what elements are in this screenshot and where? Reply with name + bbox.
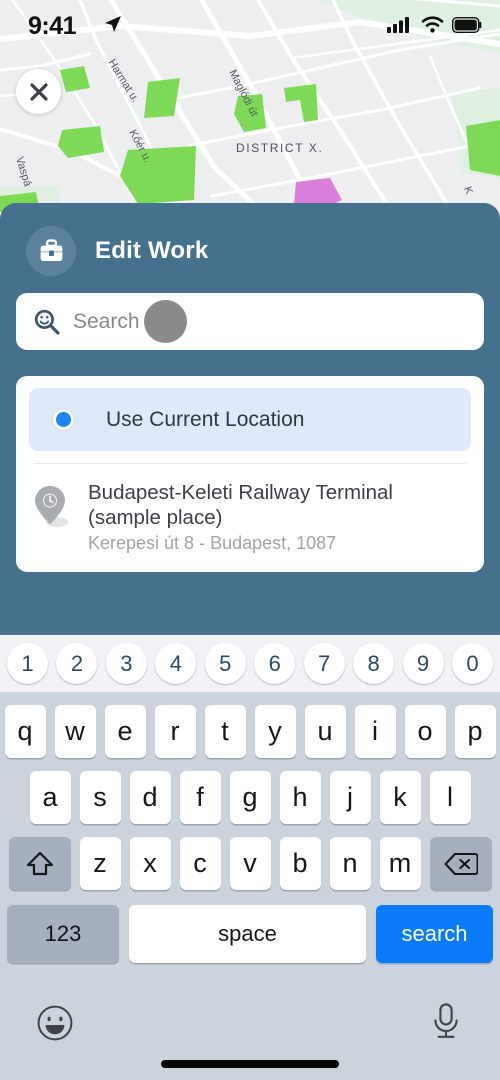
key-n[interactable]: n: [329, 837, 371, 890]
map-view[interactable]: Harmat u. Kőér u. Maglódi út Vaspá K DIS…: [0, 0, 500, 212]
search-smiley-icon: [34, 309, 60, 335]
key-2[interactable]: 2: [56, 643, 98, 684]
edit-work-panel: Edit Work Search Use Current Location Bu…: [0, 203, 500, 635]
key-t[interactable]: t: [204, 705, 246, 758]
panel-title: Edit Work: [95, 237, 209, 264]
key-d[interactable]: d: [129, 771, 171, 824]
keyboard-row-1: q w e r t y u i o p: [0, 705, 500, 758]
key-p[interactable]: p: [454, 705, 496, 758]
key-x[interactable]: x: [129, 837, 171, 890]
emoji-smiley-icon: [37, 1005, 73, 1041]
touch-cursor-dot: [144, 300, 187, 343]
backspace-key[interactable]: [429, 837, 492, 890]
key-g[interactable]: g: [229, 771, 271, 824]
key-r[interactable]: r: [154, 705, 196, 758]
key-a[interactable]: a: [29, 771, 71, 824]
key-i[interactable]: i: [354, 705, 396, 758]
keyboard-bottom-bar: [0, 992, 500, 1080]
key-5[interactable]: 5: [204, 643, 246, 684]
key-f[interactable]: f: [179, 771, 221, 824]
key-3[interactable]: 3: [105, 643, 147, 684]
list-item[interactable]: Budapest-Keleti Railway Terminal (sample…: [16, 464, 484, 572]
panel-header: Edit Work: [0, 203, 500, 277]
key-e[interactable]: e: [104, 705, 146, 758]
recent-place-pin-icon: [34, 480, 84, 554]
search-results-card: Use Current Location Budapest-Keleti Rai: [16, 376, 484, 572]
search-action-key[interactable]: search: [376, 905, 493, 963]
key-b[interactable]: b: [279, 837, 321, 890]
shift-key[interactable]: [8, 837, 71, 890]
software-keyboard: 1 2 3 4 5 6 7 8 9 0 q w e r t y u i o p …: [0, 635, 500, 1080]
home-indicator-bar[interactable]: [161, 1060, 339, 1068]
map-label-district: DISTRICT X.: [236, 141, 323, 155]
backspace-delete-icon: [444, 852, 478, 875]
place-name: Budapest-Keleti Railway Terminal (sample…: [88, 481, 393, 529]
search-input[interactable]: Search: [16, 293, 484, 350]
key-u[interactable]: u: [304, 705, 346, 758]
space-key[interactable]: space: [129, 905, 366, 963]
key-8[interactable]: 8: [353, 643, 395, 684]
key-7[interactable]: 7: [303, 643, 345, 684]
use-current-location-label: Use Current Location: [106, 407, 305, 431]
emoji-key[interactable]: [36, 1004, 74, 1047]
map-canvas: Harmat u. Kőér u. Maglódi út Vaspá K DIS…: [0, 0, 500, 212]
keyboard-row-4: 123 space search: [0, 905, 500, 963]
microphone-icon: [434, 1003, 458, 1038]
key-9[interactable]: 9: [402, 643, 444, 684]
key-q[interactable]: q: [4, 705, 46, 758]
keyboard-row-2: a s d f g h j k l: [0, 771, 500, 824]
radio-selected-icon: [53, 409, 74, 430]
place-details: Budapest-Keleti Railway Terminal (sample…: [84, 480, 468, 554]
keyboard-row-3: z x c v b n m: [0, 837, 500, 890]
key-4[interactable]: 4: [155, 643, 197, 684]
use-current-location-row[interactable]: Use Current Location: [29, 388, 471, 451]
key-o[interactable]: o: [404, 705, 446, 758]
key-m[interactable]: m: [379, 837, 421, 890]
key-1[interactable]: 1: [7, 643, 48, 684]
key-c[interactable]: c: [179, 837, 221, 890]
place-address: Kerepesi út 8 - Budapest, 1087: [88, 533, 337, 553]
key-z[interactable]: z: [79, 837, 121, 890]
key-v[interactable]: v: [229, 837, 271, 890]
keyboard-number-row: 1 2 3 4 5 6 7 8 9 0: [0, 635, 500, 692]
shift-arrow-icon: [26, 851, 53, 875]
search-placeholder: Search: [73, 309, 140, 333]
close-map-button[interactable]: [16, 69, 61, 114]
phone-screen: Harmat u. Kőér u. Maglódi út Vaspá K DIS…: [0, 0, 500, 1080]
briefcase-icon: [26, 226, 76, 276]
key-s[interactable]: s: [79, 771, 121, 824]
key-6[interactable]: 6: [254, 643, 296, 684]
dictation-key[interactable]: [430, 1002, 462, 1047]
key-0[interactable]: 0: [451, 643, 493, 684]
key-h[interactable]: h: [279, 771, 321, 824]
key-y[interactable]: y: [254, 705, 296, 758]
close-x-icon: [29, 82, 48, 101]
key-k[interactable]: k: [379, 771, 421, 824]
key-j[interactable]: j: [329, 771, 371, 824]
key-l[interactable]: l: [429, 771, 471, 824]
numeric-mode-key[interactable]: 123: [7, 905, 119, 963]
key-w[interactable]: w: [54, 705, 96, 758]
